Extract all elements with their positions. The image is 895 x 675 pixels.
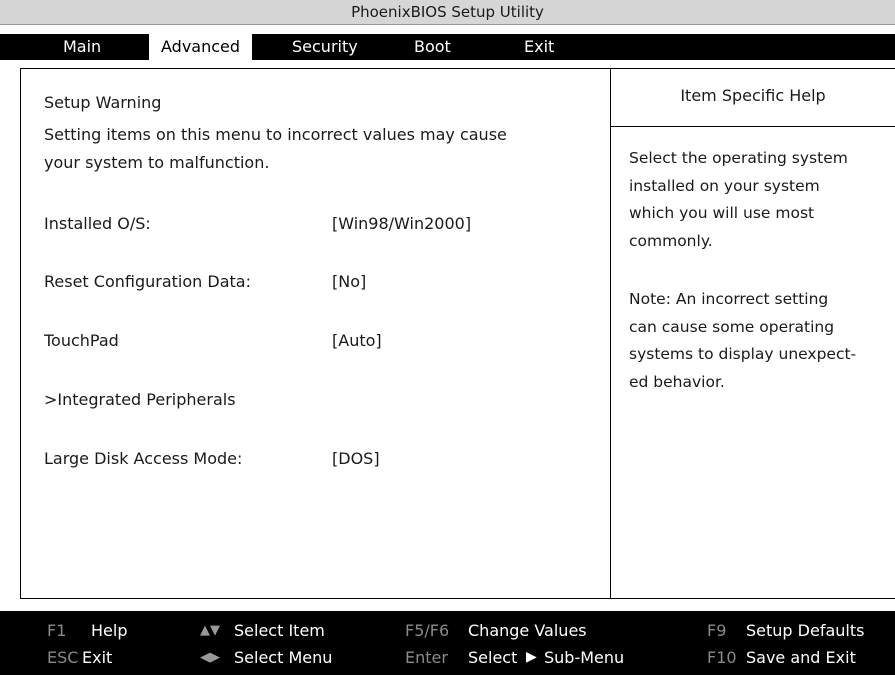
setting-value-reset-config[interactable]: [No] (332, 272, 366, 291)
select-label: Select (468, 648, 518, 667)
setting-value-touchpad[interactable]: [Auto] (332, 331, 382, 350)
select-menu-label: Select Menu (234, 648, 333, 667)
save-and-exit-label: Save and Exit (746, 648, 856, 667)
setting-label-large-disk[interactable]: Large Disk Access Mode: (44, 449, 242, 468)
tab-exit[interactable]: Exit (524, 34, 554, 60)
key-f9: F9 (707, 621, 727, 640)
sub-menu-label: Sub-Menu (544, 648, 625, 667)
key-f5-f6: F5/F6 (405, 621, 450, 640)
help-divider (611, 126, 895, 127)
help-paragraph-1: Select the operating system installed on… (629, 149, 848, 250)
setup-warning-line2: your system to malfunction. (44, 153, 270, 172)
setup-warning-line1: Setting items on this menu to incorrect … (44, 125, 507, 144)
tab-main[interactable]: Main (63, 34, 101, 60)
triangle-right-icon: ▶ (526, 649, 537, 665)
setting-value-large-disk[interactable]: [DOS] (332, 449, 380, 468)
panel-divider (610, 68, 611, 599)
change-values-label: Change Values (468, 621, 587, 640)
setup-defaults-label: Setup Defaults (746, 621, 865, 640)
submenu-integrated-peripherals[interactable]: >Integrated Peripherals (44, 390, 236, 409)
window-title: PhoenixBIOS Setup Utility (0, 0, 895, 25)
setting-label-installed-os[interactable]: Installed O/S: (44, 214, 151, 233)
up-down-arrows-icon: ▲▼ (200, 623, 220, 638)
setup-warning-heading: Setup Warning (44, 93, 162, 112)
key-f10: F10 (707, 648, 737, 667)
setting-label-reset-config[interactable]: Reset Configuration Data: (44, 272, 251, 291)
help-title: Item Specific Help (680, 86, 826, 105)
tab-security[interactable]: Security (292, 34, 358, 60)
key-esc: ESC (47, 648, 79, 667)
setting-value-installed-os[interactable]: [Win98/Win2000] (332, 214, 471, 233)
key-f1-help-label: Help (91, 621, 128, 640)
key-esc-exit-label: Exit (82, 648, 113, 667)
key-enter: Enter (405, 648, 448, 667)
left-right-arrows-icon: ◀▶ (200, 650, 220, 665)
key-legend-bar: F1 Help ▲▼ Select Item F5/F6 Change Valu… (0, 611, 895, 675)
select-item-label: Select Item (234, 621, 325, 640)
tab-advanced[interactable]: Advanced (149, 34, 253, 60)
help-paragraph-2: Note: An incorrect setting can cause som… (629, 290, 857, 391)
setting-label-touchpad[interactable]: TouchPad (44, 331, 119, 350)
tab-boot[interactable]: Boot (414, 34, 451, 60)
key-f1: F1 (47, 621, 67, 640)
menu-bar: Main Advanced Security Boot Exit (0, 34, 895, 60)
